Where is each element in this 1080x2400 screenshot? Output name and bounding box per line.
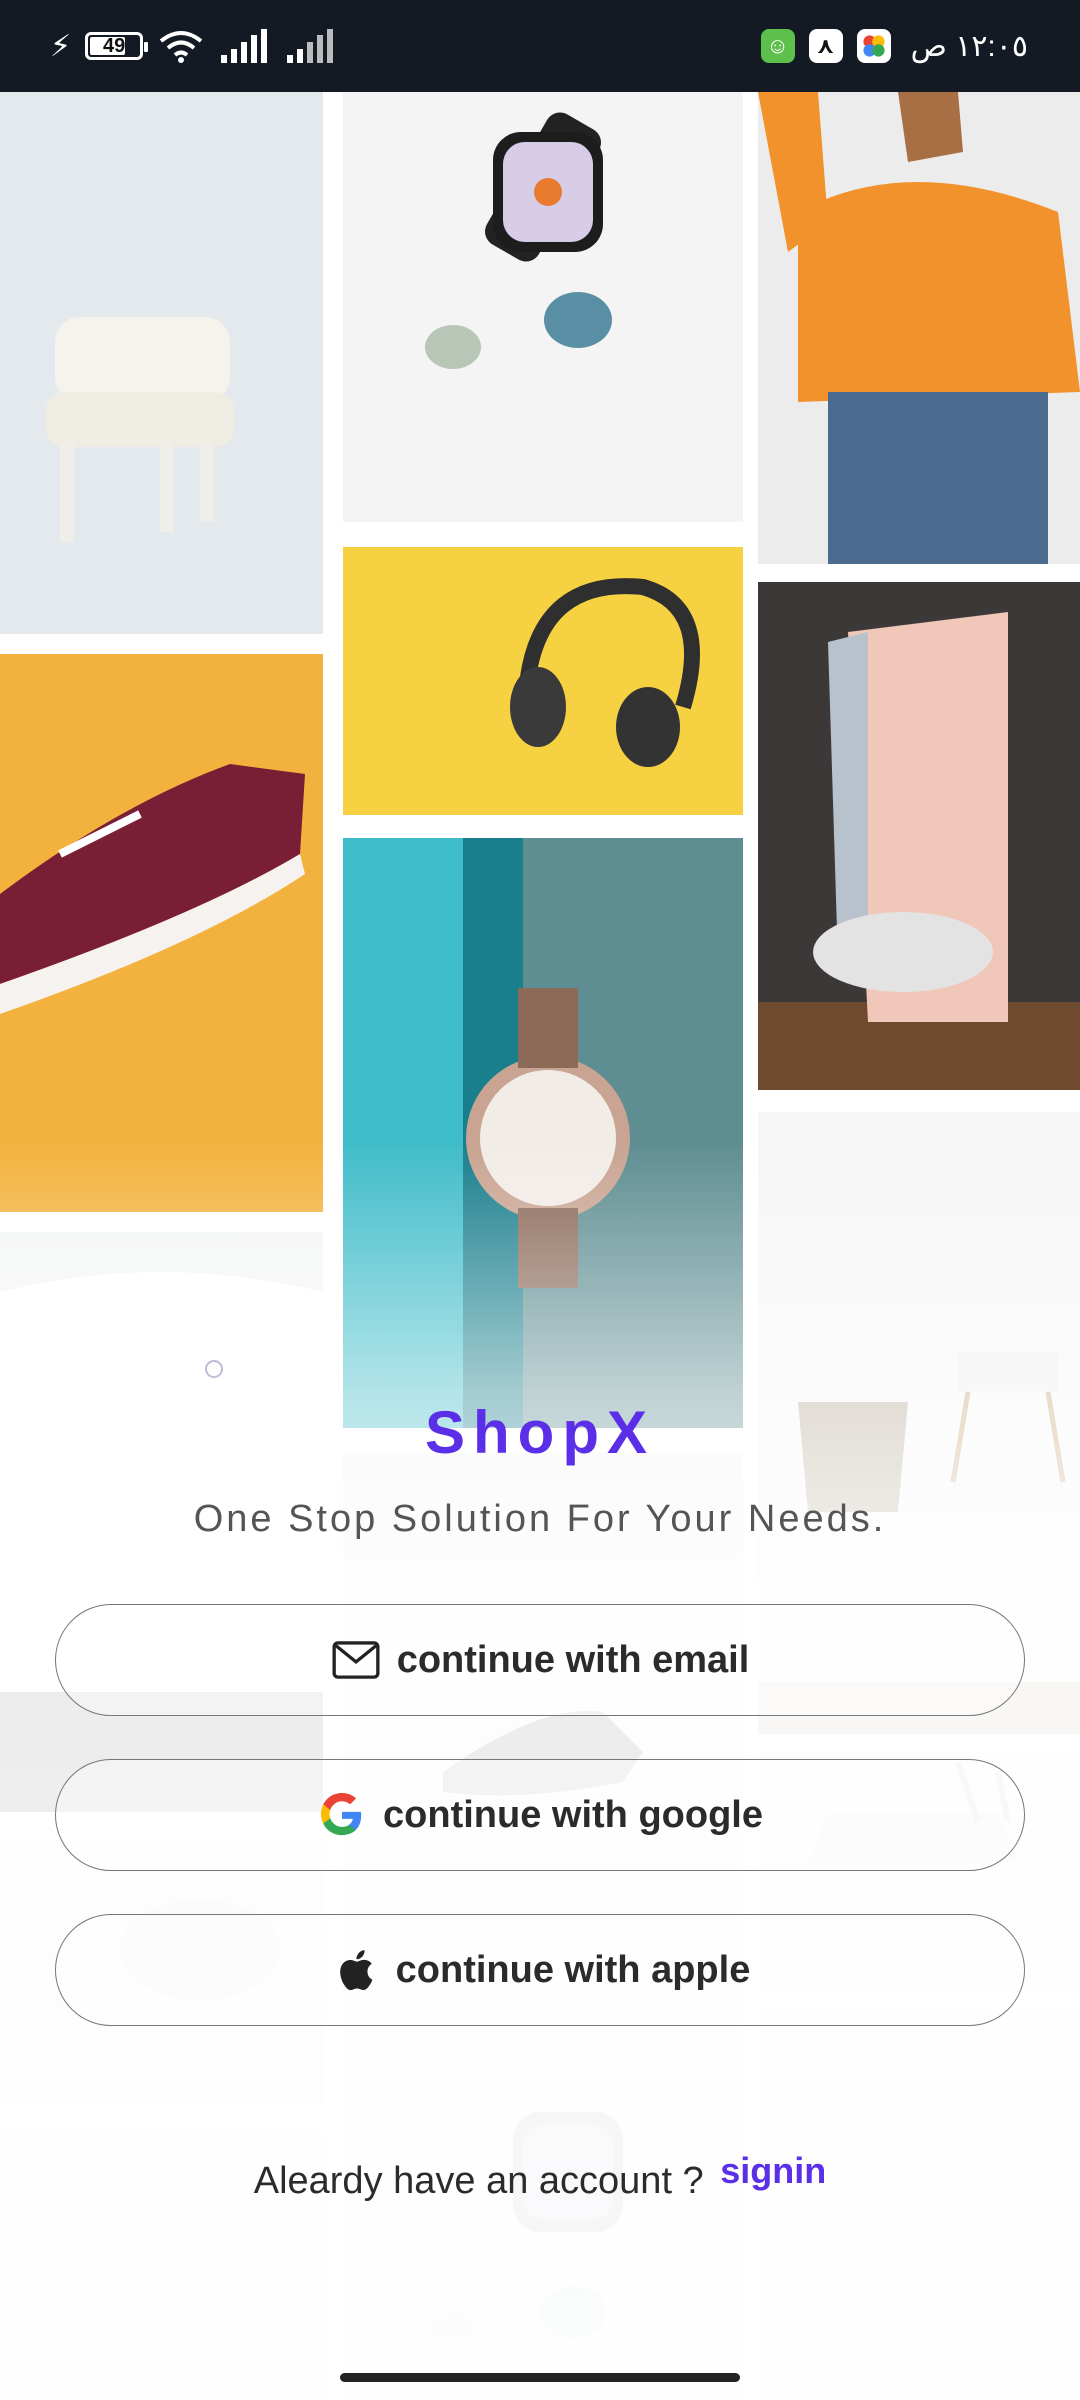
cell-signal-icon	[221, 29, 268, 63]
headphones-image	[343, 547, 743, 815]
status-right: ☺ ⋏ ١٢:٠٥ ص	[760, 0, 1028, 92]
photos-icon	[856, 29, 891, 63]
signin-prompt: Aleardy have an account ?	[253, 2160, 704, 2202]
google-icon	[317, 1790, 367, 1840]
smartwatch-image	[343, 92, 743, 522]
apple-button-label: continue with apple	[395, 1948, 751, 1991]
game-console-image	[758, 582, 1080, 1090]
mail-icon	[331, 1635, 381, 1685]
charging-bolt-icon: ⚡	[50, 29, 72, 63]
product-image-mosaic	[0, 92, 1080, 2400]
continue-with-google-button[interactable]: continue with google	[55, 1759, 1025, 1871]
woman-sweater-image	[758, 92, 1080, 564]
app-title: ShopX	[425, 1399, 655, 1466]
battery-icon: 49	[85, 32, 149, 60]
google-button-label: continue with google	[383, 1793, 763, 1836]
continue-with-email-button[interactable]: continue with email	[55, 1604, 1025, 1716]
email-button-label: continue with email	[396, 1638, 750, 1681]
apple-icon	[330, 1945, 380, 1995]
status-left: ⚡ 49	[50, 0, 337, 92]
battery-level: 49	[102, 34, 126, 57]
chair-image	[0, 92, 323, 634]
app-tagline: One Stop Solution For Your Needs.	[193, 1498, 887, 1540]
wifi-icon	[159, 31, 203, 63]
status-time: ١٢:٠٥ ص	[910, 29, 1028, 63]
sneaker-image	[0, 654, 323, 1212]
android-app-icon: ☺	[760, 29, 795, 63]
app-icon: ⋏	[808, 29, 843, 63]
status-bar: ⚡ 49 ☺ ⋏ ١٢:٠٥ ص	[0, 0, 1080, 92]
faded-tile-image	[758, 2012, 1080, 2400]
home-indicator[interactable]	[340, 2373, 740, 2382]
signin-row: Aleardy have an account ? signin	[0, 2150, 1080, 2203]
signin-link[interactable]: signin	[720, 2150, 826, 2191]
continue-with-apple-button[interactable]: continue with apple	[55, 1914, 1025, 2026]
cell-signal-icon	[287, 29, 334, 63]
wristwatch-image	[343, 838, 743, 1428]
